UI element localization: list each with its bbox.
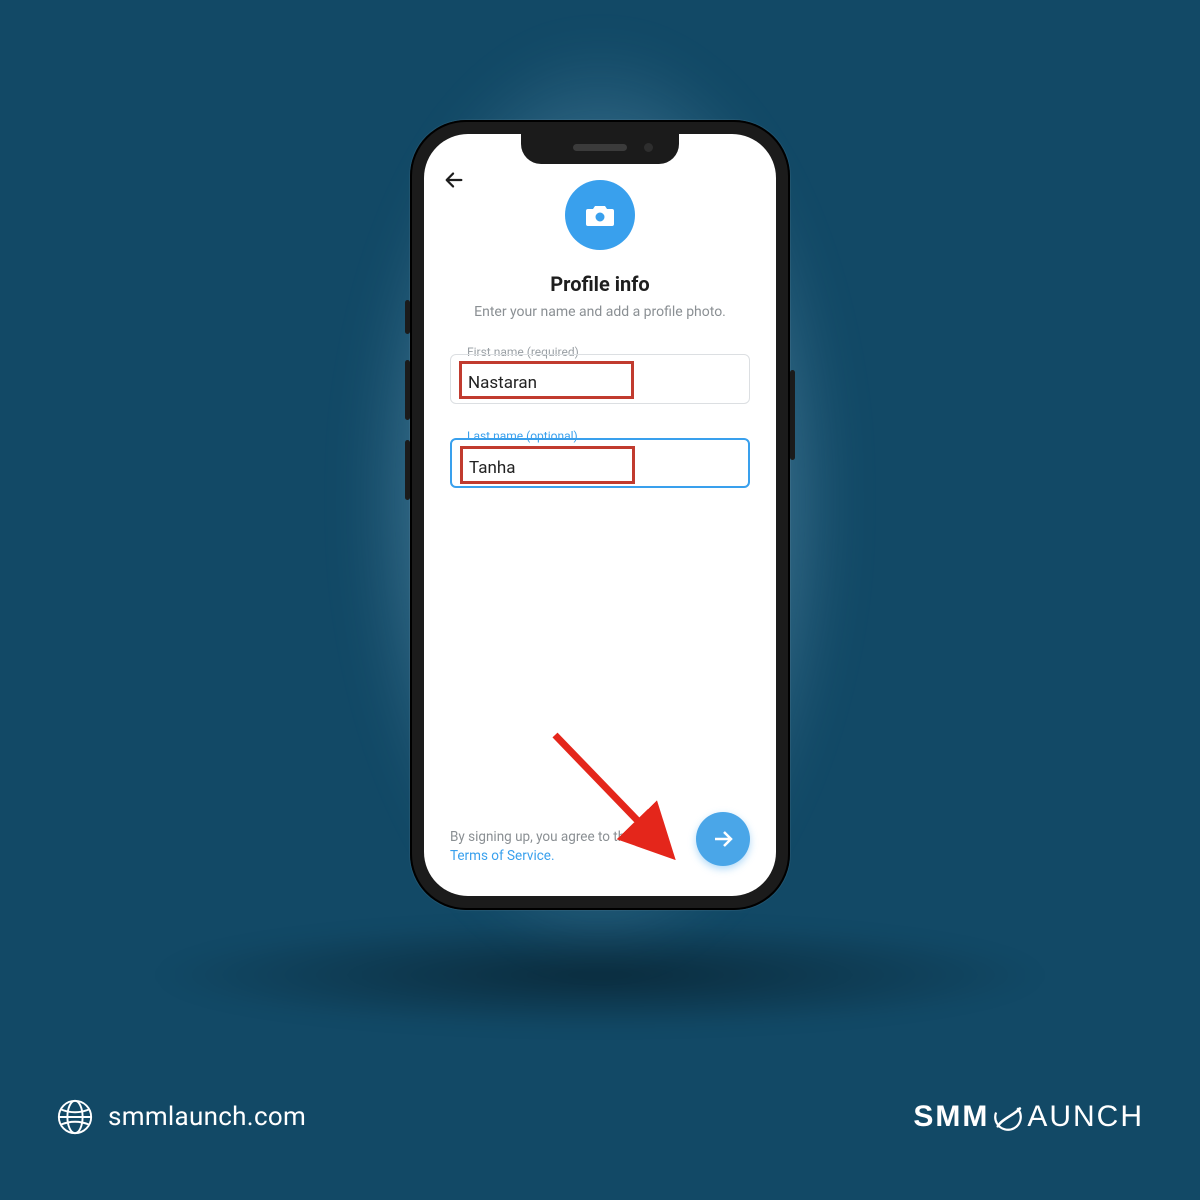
last-name-input[interactable]: Tanha	[460, 446, 635, 484]
arrow-left-icon	[443, 169, 465, 191]
first-name-field: First name (required) Nastaran	[450, 354, 750, 404]
arrow-right-icon	[711, 827, 735, 851]
terms-pre: By signing up, you agree to the	[450, 829, 632, 845]
page-subtitle: Enter your name and add a profile photo.	[442, 304, 758, 320]
add-photo-button[interactable]	[565, 180, 635, 250]
site-url-text: smmlaunch.com	[108, 1102, 306, 1132]
brand-logo: SMM AUNCH	[913, 1100, 1144, 1134]
terms-text: By signing up, you agree to the Terms of…	[450, 828, 640, 866]
brand-left: SMM	[913, 1100, 989, 1134]
back-button[interactable]	[440, 166, 468, 194]
phone-screen: Profile info Enter your name and add a p…	[424, 134, 776, 896]
phone-side-button	[405, 300, 410, 334]
camera-add-icon	[584, 201, 616, 229]
last-name-field: Last name (optional) Tanha	[450, 438, 750, 488]
phone-frame: Profile info Enter your name and add a p…	[410, 120, 790, 910]
globe-icon	[56, 1098, 94, 1136]
screen-footer: By signing up, you agree to the Terms of…	[442, 804, 758, 878]
brand-swoosh-icon	[991, 1100, 1025, 1134]
phone-side-button	[790, 370, 795, 460]
first-name-input[interactable]: Nastaran	[459, 361, 634, 399]
terms-link[interactable]: Terms of Service.	[450, 848, 555, 864]
continue-button[interactable]	[696, 812, 750, 866]
brand-right: AUNCH	[1027, 1100, 1144, 1134]
screen-content: Profile info Enter your name and add a p…	[424, 134, 776, 896]
page-title: Profile info	[442, 272, 758, 296]
phone-side-button	[405, 360, 410, 420]
site-url-block: smmlaunch.com	[56, 1098, 306, 1136]
phone-side-button	[405, 440, 410, 500]
bottom-bar: smmlaunch.com SMM AUNCH	[0, 1060, 1200, 1200]
phone-reflection	[150, 920, 1050, 1030]
